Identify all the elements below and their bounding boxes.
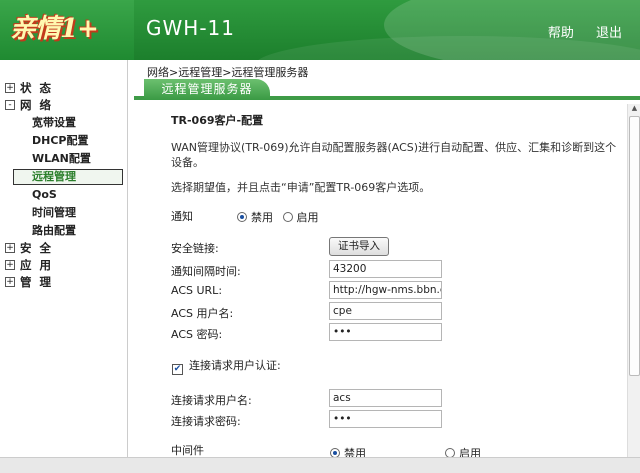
expand-icon[interactable]: +: [5, 277, 15, 287]
vertical-scrollbar[interactable]: ▲: [627, 104, 640, 473]
tab-bar: 远程管理服务器: [134, 78, 640, 100]
sidebar-subitem-remote-management[interactable]: 远程管理: [13, 169, 123, 185]
main-panel: 网络>远程管理>远程管理服务器 远程管理服务器 TR-069客户-配置 WAN管…: [134, 60, 640, 473]
conn-username-input[interactable]: acs: [329, 389, 442, 407]
intro-text: WAN管理协议(TR-069)允许自动配置服务器(ACS)进行自动配置、供应、汇…: [171, 141, 617, 169]
sidebar-item-label: 状态: [20, 81, 59, 95]
inform-interval-label: 通知间隔时间:: [171, 265, 241, 278]
import-certificate-button[interactable]: 证书导入: [329, 237, 389, 256]
sidebar-subitem-broadband[interactable]: 宽带设置: [0, 114, 127, 132]
inform-disable-label: 禁用: [251, 211, 273, 224]
device-model-title: GWH-11: [146, 16, 235, 40]
header-bar: GWH-11 帮助 退出: [134, 0, 640, 60]
sidebar-subitem-dhcp[interactable]: DHCP配置: [0, 132, 127, 150]
collapse-icon[interactable]: -: [5, 100, 15, 110]
inform-enable-label: 启用: [296, 211, 319, 224]
scroll-up-arrow-icon[interactable]: ▲: [630, 104, 639, 116]
acs-password-label: ACS 密码:: [171, 328, 223, 341]
sidebar-nav: + 状态 - 网络 宽带设置 DHCP配置 WLAN配置 远程管理 QoS 时间…: [0, 60, 128, 473]
sidebar-item-status[interactable]: + 状态: [0, 80, 127, 97]
inform-interval-input[interactable]: 43200: [329, 260, 442, 278]
inform-label: 通知: [171, 210, 193, 223]
sidebar-item-network[interactable]: - 网络: [0, 97, 127, 114]
sidebar-item-management[interactable]: + 管理: [0, 274, 127, 291]
sidebar-item-security[interactable]: + 安全: [0, 240, 127, 257]
expand-icon[interactable]: +: [5, 260, 15, 270]
logo-area: 亲情1+: [0, 0, 134, 60]
conn-password-input[interactable]: •••: [329, 410, 442, 428]
acs-password-input[interactable]: •••: [329, 323, 442, 341]
form-content: TR-069客户-配置 WAN管理协议(TR-069)允许自动配置服务器(ACS…: [134, 104, 627, 473]
conn-auth-row: ✔ 连接请求用户认证:: [172, 357, 281, 375]
sidebar-item-label: 安全: [20, 241, 59, 255]
acs-url-label: ACS URL:: [171, 284, 223, 297]
sidebar-item-label: 网络: [20, 98, 59, 112]
scrollbar-thumb[interactable]: [629, 116, 640, 376]
expand-icon[interactable]: +: [5, 243, 15, 253]
section-title: TR-069客户-配置: [171, 114, 264, 127]
sidebar-subitem-wlan[interactable]: WLAN配置: [0, 150, 127, 168]
acs-username-label: ACS 用户名:: [171, 307, 234, 320]
conn-auth-checkbox[interactable]: ✔: [172, 364, 183, 375]
logout-link[interactable]: 退出: [596, 26, 622, 41]
brand-logo: 亲情1+: [10, 14, 99, 44]
sidebar-subitem-time[interactable]: 时间管理: [0, 204, 127, 222]
sidebar-item-label: 管理: [20, 275, 59, 289]
conn-password-label: 连接请求密码:: [171, 415, 241, 428]
help-link[interactable]: 帮助: [548, 26, 574, 41]
secure-link-label: 安全链接:: [171, 242, 219, 255]
conn-auth-label: 连接请求用户认证:: [189, 359, 281, 372]
middleware-label: 中间件: [171, 444, 204, 457]
expand-icon[interactable]: +: [5, 83, 15, 93]
instruction-text: 选择期望值，并且点击“申请”配置TR-069客户选项。: [171, 181, 431, 194]
horizontal-scrollbar[interactable]: [0, 457, 640, 473]
acs-username-input[interactable]: cpe: [329, 302, 442, 320]
inform-enable-radio[interactable]: [282, 212, 293, 222]
inform-disable-radio[interactable]: [237, 212, 247, 222]
tab-remote-management-server[interactable]: 远程管理服务器: [144, 79, 270, 100]
acs-url-input[interactable]: http://hgw-nms.bbn.com: [329, 281, 442, 299]
sidebar-item-label: 应用: [20, 258, 59, 272]
sidebar-item-applications[interactable]: + 应用: [0, 257, 127, 274]
sidebar-subitem-routing[interactable]: 路由配置: [0, 222, 127, 240]
inform-radio-group: 禁用 启用: [237, 209, 319, 225]
sidebar-subitem-qos[interactable]: QoS: [0, 186, 127, 204]
conn-username-label: 连接请求用户名:: [171, 394, 252, 407]
